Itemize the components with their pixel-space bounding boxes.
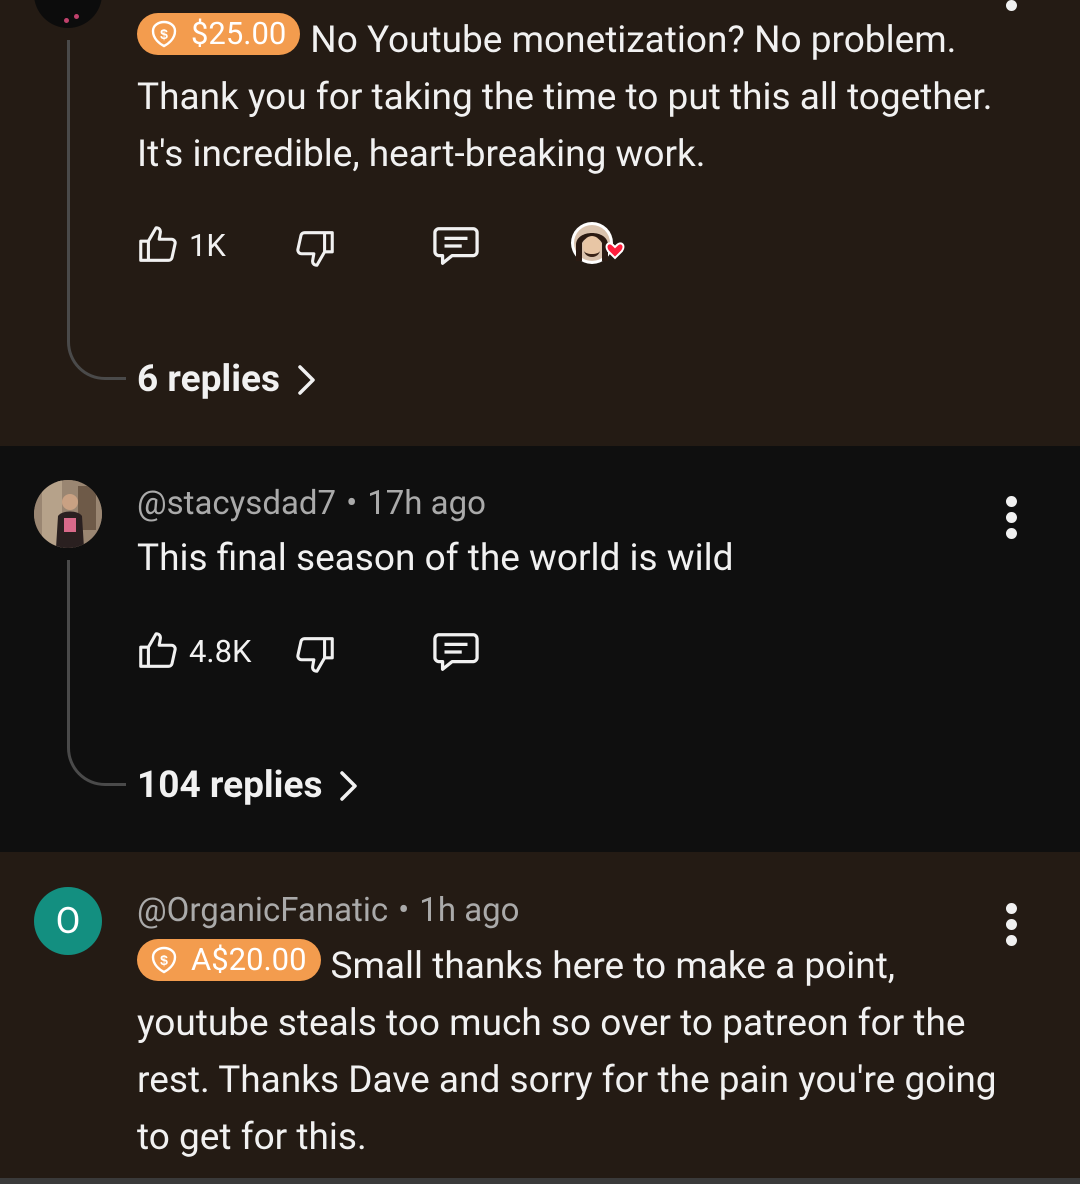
super-thanks-badge: $ A$20.00 [137, 939, 321, 981]
chevron-right-icon [340, 770, 358, 801]
dislike-icon [296, 231, 334, 267]
reply-icon [433, 633, 479, 671]
author-name[interactable]: @OrganicFanatic [137, 891, 388, 930]
comment-time[interactable]: 17h ago [367, 484, 486, 523]
like-icon [139, 226, 177, 262]
chevron-right-icon [298, 364, 315, 395]
like-count: 4.8K [189, 632, 252, 670]
svg-text:$: $ [160, 26, 168, 42]
thread-connector [67, 40, 126, 380]
comment-time[interactable]: 1h ago [419, 891, 519, 930]
super-thanks-badge: $ $25.00 [137, 13, 301, 55]
author-name[interactable]: @stacysdad7 [137, 484, 336, 523]
dislike-icon [296, 637, 334, 673]
super-thanks-icon: $ [151, 20, 177, 48]
view-replies-button[interactable]: 104 replies [137, 764, 360, 807]
comment-body: $ $25.00 No Youtube monetization? No pro… [137, 13, 993, 176]
like-button[interactable]: 1K [135, 222, 226, 268]
comment-body: $ A$20.00 Small thanks here to make a po… [137, 939, 997, 1159]
divider [0, 1178, 1080, 1184]
avatar[interactable] [34, 0, 102, 28]
dislike-button[interactable] [292, 631, 338, 677]
reply-button[interactable] [431, 223, 481, 269]
view-replies-button[interactable]: 6 replies [137, 358, 318, 401]
dislike-button[interactable] [292, 225, 338, 271]
avatar[interactable] [34, 480, 102, 548]
avatar[interactable]: O [34, 887, 102, 955]
like-icon [139, 632, 177, 668]
reply-button[interactable] [431, 629, 481, 675]
creator-heart-icon [570, 221, 634, 273]
comment-body: This final season of the world is wild [137, 537, 734, 580]
comment-meta: @OrganicFanatic • 1h ago [137, 891, 520, 930]
thread-connector [67, 560, 126, 786]
like-count: 1K [189, 226, 226, 264]
like-button[interactable]: 4.8K [135, 628, 251, 674]
reply-icon [433, 227, 479, 265]
super-thanks-icon: $ [151, 946, 177, 974]
svg-text:$: $ [160, 952, 168, 968]
comment-meta: @stacysdad7 • 17h ago [137, 484, 486, 523]
comment-thread-1: $ $25.00 No Youtube monetization? No pro… [0, 0, 1080, 446]
